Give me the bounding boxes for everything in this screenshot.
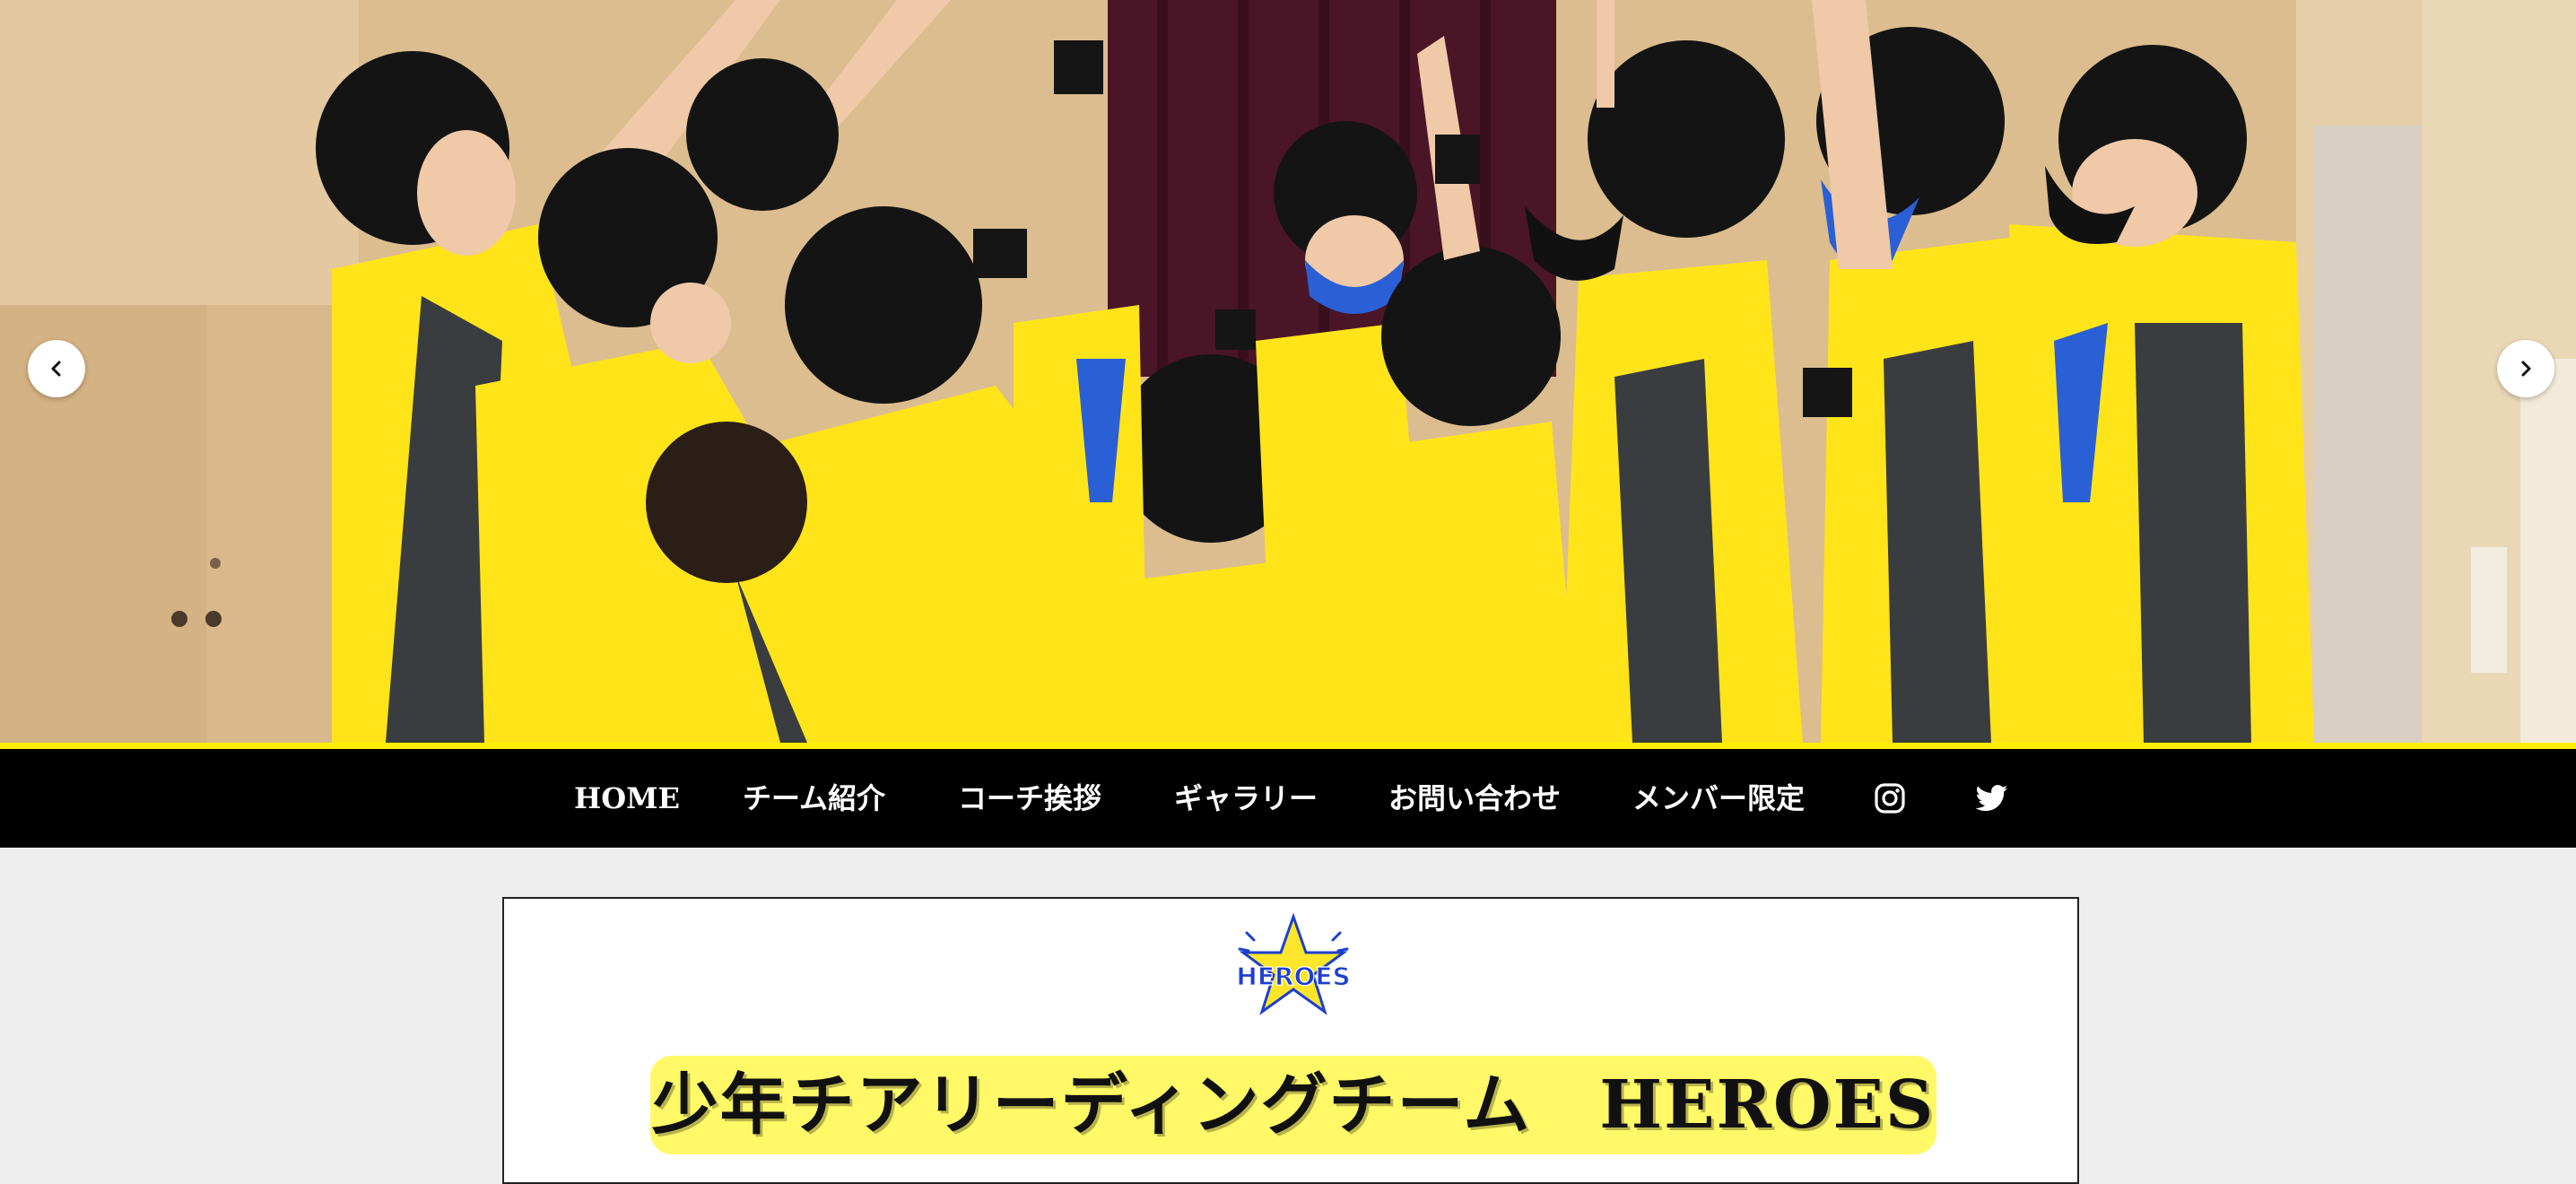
slider-prev-button[interactable] [28,340,85,397]
nav-item-gallery[interactable]: ギャラリー [1174,749,1318,848]
page-title: 少年チアリーディングチーム HEROES [651,1066,1936,1144]
logo-text: HEROES [1236,962,1350,991]
nav-item-members[interactable]: メンバー限定 [1632,749,1805,848]
nav-item-coach[interactable]: コーチ挨拶 [958,749,1101,848]
instagram-icon [1875,783,1905,814]
twitter-icon [1976,785,2008,812]
hero-photo [0,0,2576,743]
global-nav: HOME チーム紹介 コーチ挨拶 ギャラリー お問い合わせ メンバー限定 [0,749,2576,848]
instagram-link[interactable] [1872,780,1908,816]
intro-card: HEROES 少年チアリーディングチーム HEROES [502,897,2079,1184]
slider-next-button[interactable] [2497,340,2554,397]
nav-item-home[interactable]: HOME [574,749,680,848]
title-highlight: 少年チアリーディングチーム HEROES [650,1056,1936,1154]
chevron-right-icon [2521,361,2531,377]
nav-item-team[interactable]: チーム紹介 [743,749,885,848]
accent-divider [0,743,2576,749]
nav-item-contact[interactable]: お問い合わせ [1388,749,1561,848]
heroes-logo: HEROES [1236,913,1351,1015]
chevron-left-icon [51,361,61,377]
hero-slider [0,0,2576,743]
twitter-link[interactable] [1974,780,2010,816]
